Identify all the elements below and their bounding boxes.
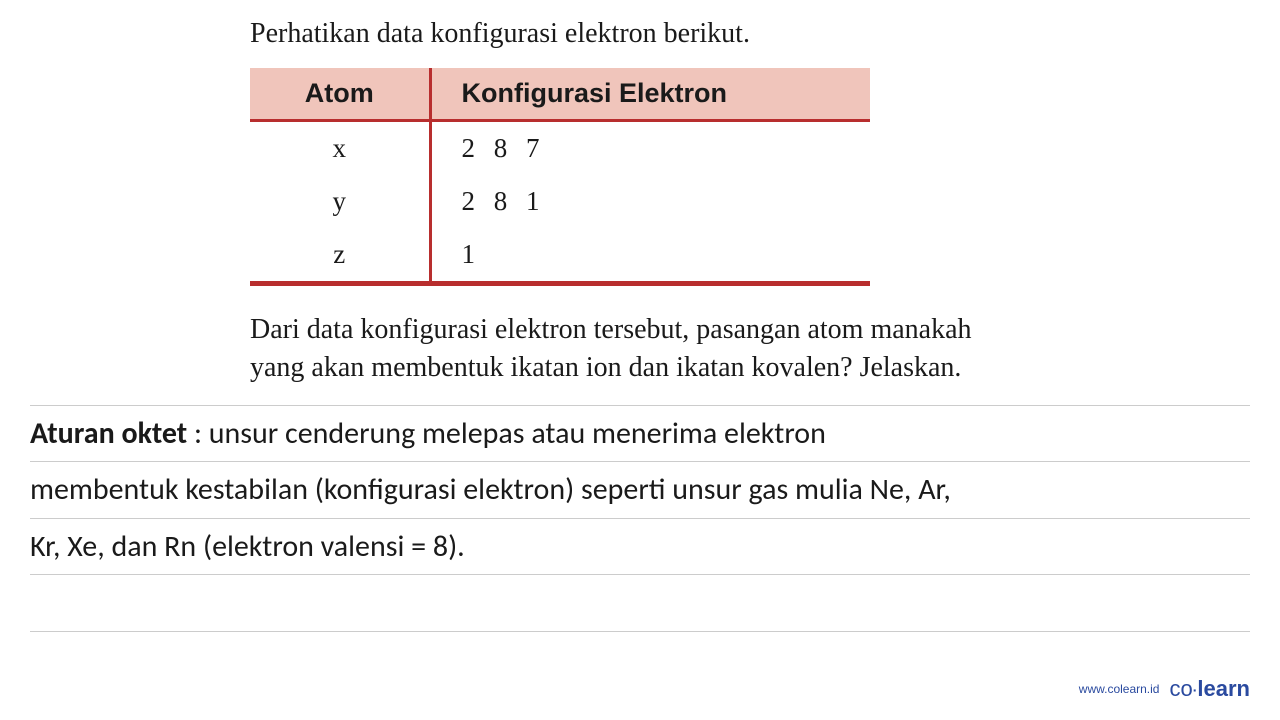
config-cell: 2 8 7	[430, 121, 870, 176]
logo-suffix: learn	[1197, 676, 1250, 701]
atom-cell: x	[250, 121, 430, 176]
config-cell: 1	[430, 228, 870, 284]
explanation-line: membentuk kestabilan (konfigurasi elektr…	[30, 462, 1250, 519]
config-cell: 2 8 1	[430, 175, 870, 228]
explanation-empty-line	[30, 575, 1250, 632]
table-header-atom: Atom	[250, 68, 430, 121]
explanation-section: Aturan oktet : unsur cenderung melepas a…	[0, 405, 1280, 632]
atom-cell: y	[250, 175, 430, 228]
footer-url: www.colearn.id	[1079, 682, 1160, 696]
electron-config-table: Atom Konfigurasi Elektron x 2 8 7 y 2 8 …	[250, 68, 1030, 286]
logo-prefix: co	[1169, 676, 1192, 701]
footer: www.colearn.id co·learn	[1079, 676, 1250, 702]
question-text: Dari data konfigurasi elektron tersebut,…	[250, 311, 1030, 387]
atom-cell: z	[250, 228, 430, 284]
footer-logo: co·learn	[1169, 676, 1250, 702]
table-header-config: Konfigurasi Elektron	[430, 68, 870, 121]
table-row: z 1	[250, 228, 870, 284]
explanation-line: Kr, Xe, dan Rn (elektron valensi = 8).	[30, 519, 1250, 576]
intro-text: Perhatikan data konfigurasi elektron ber…	[250, 18, 1030, 50]
table-row: y 2 8 1	[250, 175, 870, 228]
table-row: x 2 8 7	[250, 121, 870, 176]
explanation-line: Aturan oktet : unsur cenderung melepas a…	[30, 405, 1250, 463]
explanation-term: Aturan oktet	[30, 415, 187, 452]
explanation-text: : unsur cenderung melepas atau menerima …	[187, 415, 826, 452]
